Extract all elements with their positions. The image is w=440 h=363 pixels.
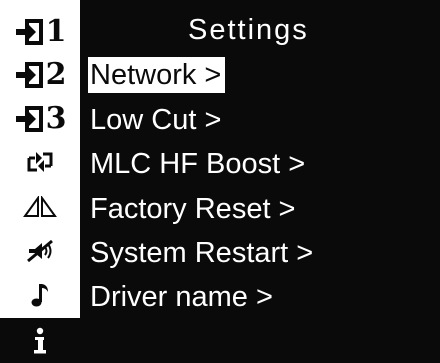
menu-item-driver-name[interactable]: Driver name > bbox=[88, 279, 277, 315]
sidebar-icon-column: 1 2 3 bbox=[0, 0, 80, 363]
music-note-icon bbox=[31, 284, 48, 307]
sidebar-item-info[interactable] bbox=[0, 318, 80, 363]
info-icon bbox=[34, 327, 46, 353]
input-arrow-icon bbox=[15, 62, 43, 88]
polarity-triangles-icon bbox=[23, 196, 57, 217]
input-arrow-icon bbox=[15, 106, 43, 132]
menu-item-network[interactable]: Network > bbox=[88, 57, 226, 93]
sidebar-item-driver[interactable] bbox=[0, 274, 80, 316]
input-number: 3 bbox=[45, 101, 67, 136]
sidebar-item-input-1[interactable]: 1 bbox=[0, 10, 80, 54]
menu-item-factory-reset[interactable]: Factory Reset > bbox=[88, 191, 300, 227]
sidebar-item-input-2[interactable]: 2 bbox=[0, 54, 80, 96]
linked-arrows-icon bbox=[27, 152, 53, 172]
sidebar-item-mute[interactable] bbox=[0, 230, 80, 272]
mute-speaker-icon bbox=[27, 239, 53, 263]
input-number: 2 bbox=[45, 57, 67, 92]
sidebar-item-polarity[interactable] bbox=[0, 186, 80, 228]
menu-item-mlc-hf-boost[interactable]: MLC HF Boost > bbox=[88, 146, 309, 182]
menu-item-system-restart[interactable]: System Restart > bbox=[88, 235, 317, 271]
sidebar-item-link[interactable] bbox=[0, 140, 80, 184]
input-arrow-icon bbox=[15, 19, 43, 45]
input-number: 1 bbox=[45, 14, 67, 49]
menu-item-low-cut[interactable]: Low Cut > bbox=[88, 102, 225, 138]
page-title: Settings bbox=[188, 14, 309, 46]
sidebar-item-input-3[interactable]: 3 bbox=[0, 98, 80, 140]
